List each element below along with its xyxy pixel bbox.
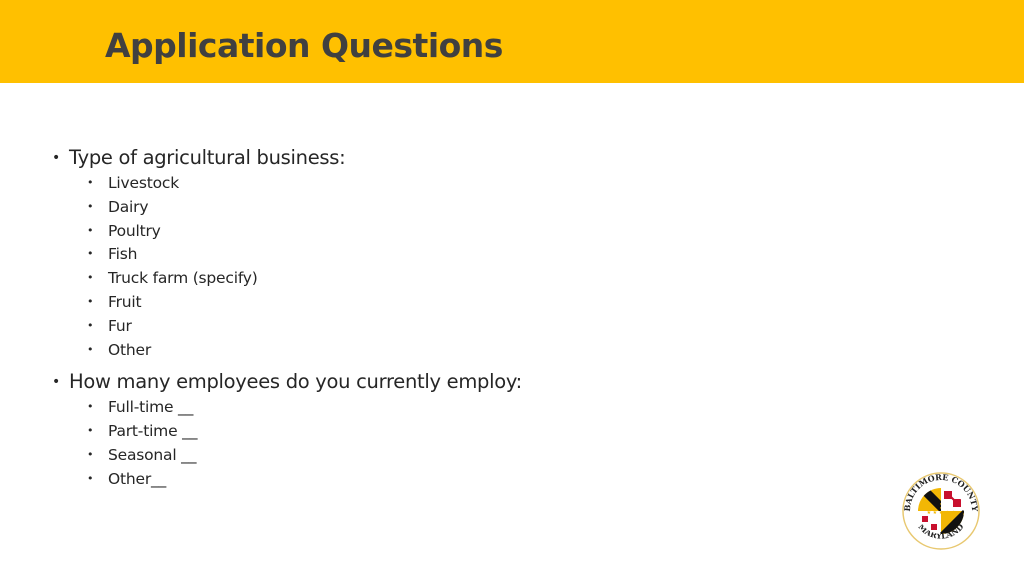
bullet-icon: •	[52, 150, 60, 166]
list-item: • Other	[87, 341, 151, 359]
list-item-text: Other	[108, 341, 152, 359]
bullet-heading: • How many employees do you currently emp…	[52, 370, 522, 393]
list-item: • Seasonal __	[87, 446, 196, 464]
bullet-icon: •	[52, 374, 60, 390]
bullet-icon: •	[87, 224, 94, 237]
bullet-icon: •	[87, 448, 94, 461]
bullet-icon: •	[87, 343, 94, 356]
bullet-icon: •	[87, 319, 94, 332]
bullet-icon: •	[87, 271, 94, 284]
list-item-text: Dairy	[108, 198, 149, 216]
list-item: • Other__	[87, 470, 166, 488]
list-item-text: Truck farm (specify)	[108, 269, 258, 287]
bullet-icon: •	[87, 200, 94, 213]
list-item-text: Fur	[108, 317, 132, 335]
list-item-text: Seasonal __	[108, 446, 197, 464]
list-item: • Poultry	[87, 222, 161, 240]
list-item-text: Fish	[108, 245, 138, 263]
bullet-icon: •	[87, 176, 94, 189]
list-item: • Dairy	[87, 198, 148, 216]
slide-title: Application Questions	[105, 26, 503, 65]
bullet-icon: •	[87, 400, 94, 413]
bullet-icon: •	[87, 295, 94, 308]
list-item: • Part-time __	[87, 422, 197, 440]
list-item-text: Poultry	[108, 222, 161, 240]
list-item-text: Part-time __	[108, 422, 198, 440]
list-item: • Full-time __	[87, 398, 193, 416]
county-seal-logo: BALTIMORE COUNTY MARYLAND ★ ★ ★ ★ ★	[902, 472, 980, 550]
list-item-text: Livestock	[108, 174, 179, 192]
list-item-text: Fruit	[108, 293, 142, 311]
list-item: • Fur	[87, 317, 132, 335]
bullet-heading: • Type of agricultural business:	[52, 146, 346, 169]
list-item-text: Other__	[108, 470, 167, 488]
list-item-text: Full-time __	[108, 398, 194, 416]
list-item: • Fruit	[87, 293, 142, 311]
seal-stars: ★ ★ ★ ★ ★	[927, 510, 956, 516]
list-item: • Livestock	[87, 174, 179, 192]
bullet-icon: •	[87, 247, 94, 260]
list-item: • Fish	[87, 245, 137, 263]
list-item: • Truck farm (specify)	[87, 269, 258, 287]
bullet-icon: •	[87, 424, 94, 437]
bullet-heading-text: Type of agricultural business:	[69, 146, 346, 169]
bullet-heading-text: How many employees do you currently empl…	[69, 370, 522, 393]
bullet-icon: •	[87, 472, 94, 485]
title-bar: Application Questions	[0, 0, 1024, 83]
